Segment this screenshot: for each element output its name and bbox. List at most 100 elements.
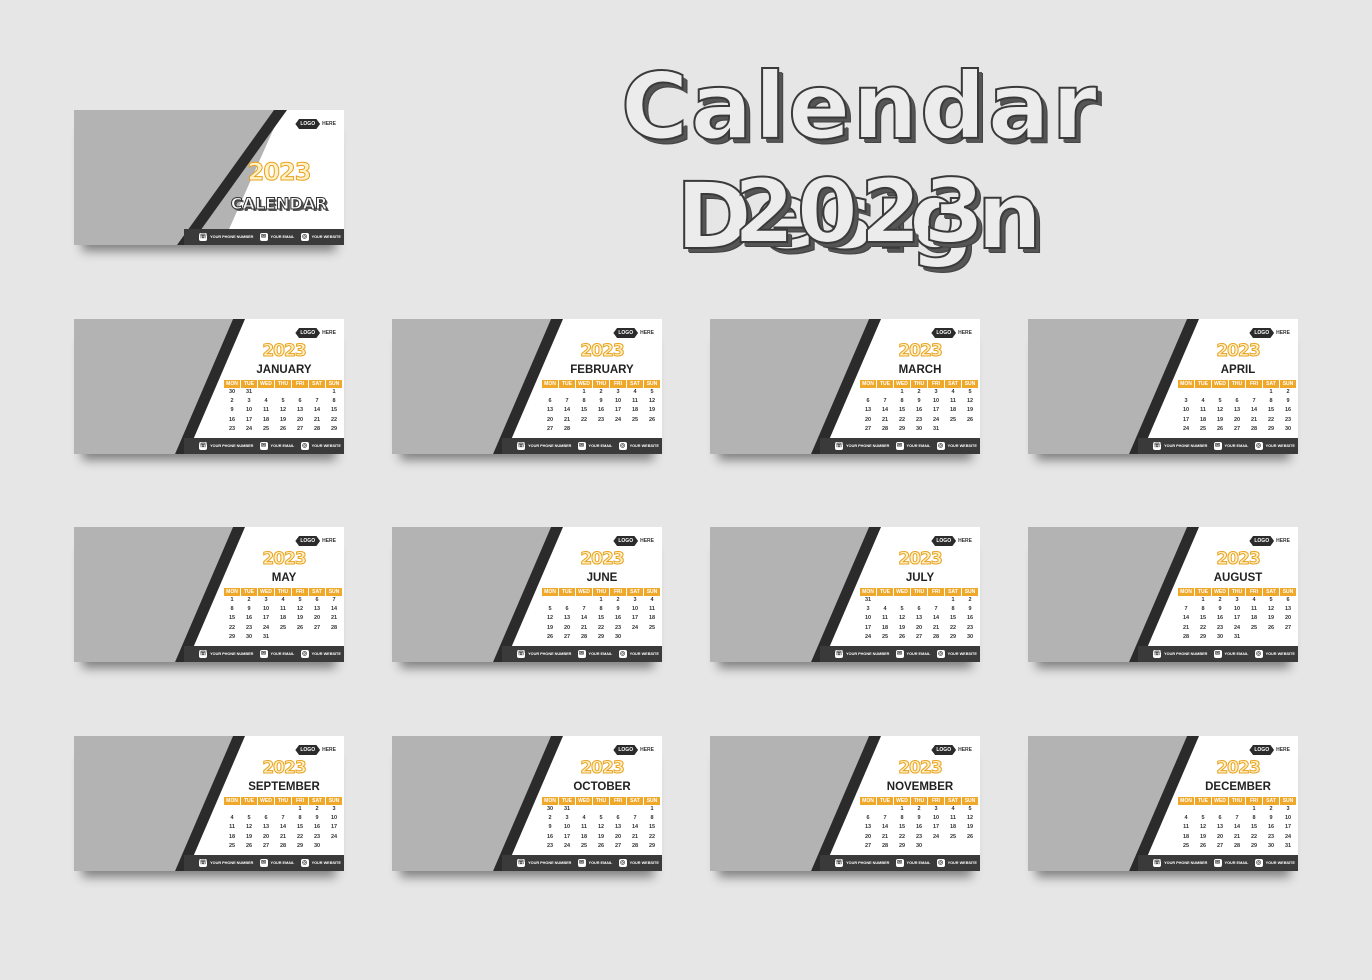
calendar-grid: MON TUE WED THU FRI SAT SUN 30 31 1 2 3 4 5 6 7 8 9 10 11 1… [224,380,342,434]
week-row: 18 19 20 21 22 23 24 [1178,833,1296,842]
day-cell: 1 [650,806,654,812]
day-cell: 18 [631,407,639,414]
weekday-header: THU [593,588,609,596]
globe-icon: ◎ [936,442,945,450]
day-cell: 21 [932,624,940,631]
day-cell: 12 [597,824,605,831]
day-cell: 19 [597,833,605,840]
day-cell [309,388,325,397]
day-cell: 11 [229,824,235,831]
day-cell: 25 [580,842,588,849]
weekday-header: TUE [1195,380,1211,388]
calendar-grid: MON TUE WED THU FRI SAT SUN 1 2 3 4 5 6 7 8 9 10 11 12 13 1… [224,797,342,851]
day-cell [224,805,240,814]
day-cell: 8 [582,398,586,405]
day-cell: 8 [332,398,336,405]
calendar-grid: MON TUE WED THU FRI SAT SUN 1 2 3 4 5 6 7 8 9 10 11 12 13 1… [860,380,978,434]
week-row: 20 21 22 23 24 25 26 [860,416,978,425]
weekday-header: SAT [1263,797,1279,805]
day-cell: 12 [546,615,554,622]
weekday-header: TUE [1195,588,1211,596]
day-cell [945,842,961,851]
month-name: AUGUST [1213,572,1263,584]
day-cell: 30 [228,389,236,395]
day-cell: 6 [298,398,302,405]
logo-badge: LOGO [295,119,321,129]
day-cell: 16 [1284,407,1292,414]
day-cell [1229,805,1245,814]
day-cell: 7 [633,815,637,822]
day-cell: 28 [313,425,321,432]
week-row: 6 7 8 9 10 11 12 [860,397,978,406]
day-cell: 9 [230,407,234,414]
month-year: 2023 [262,341,307,362]
day-cell: 25 [1199,425,1207,432]
week-row: 25 26 27 28 29 30 31 [1178,842,1296,851]
weekday-row: MON TUE WED THU FRI SAT SUN [860,588,978,596]
week-row: 6 7 8 9 10 11 12 [542,397,660,406]
day-cell: 26 [648,416,656,423]
day-cell [928,842,944,851]
day-cell: 2 [968,597,972,603]
weekday-header: TUE [877,380,893,388]
weekday-header: SUN [1280,380,1296,388]
card-footer: ☏ YOUR PHONE NUMBER ✉ YOUR EMAIL ◎ YOUR WEB… [184,855,344,871]
day-cell: 15 [898,824,906,831]
weekday-header: TUE [559,588,575,596]
day-cell: 22 [1267,416,1275,423]
weekday-header: WED [894,380,910,388]
weekday-header: WED [1212,380,1228,388]
day-cell: 9 [1286,398,1290,405]
day-cell: 10 [1233,606,1241,613]
day-cell: 15 [1250,824,1258,831]
day-cell: 26 [966,416,974,423]
footer-website: YOUR WEBSITE [1265,861,1295,865]
email-icon: ✉ [577,650,586,658]
day-cell: 16 [1216,615,1224,622]
day-cell: 3 [633,597,637,603]
month-year: 2023 [898,758,943,779]
day-cell [542,596,558,605]
weekday-header: THU [593,797,609,805]
logo: LOGO HERE [1249,745,1290,755]
footer-email: YOUR EMAIL [1224,652,1249,656]
weekday-header: SAT [309,380,325,388]
week-row: 5 6 7 8 9 10 11 [542,605,660,614]
day-cell: 25 [1182,842,1190,849]
week-row: 16 17 18 19 20 21 22 [224,416,342,425]
day-cell: 11 [263,407,269,414]
footer-phone: YOUR PHONE NUMBER [528,861,572,865]
day-cell: 5 [900,606,904,613]
day-cell: 8 [900,815,904,822]
day-cell: 24 [614,416,622,423]
week-row: 12 [1178,388,1296,397]
day-cell: 23 [1267,833,1275,840]
day-cell: 7 [934,606,938,613]
week-row: 31 1 2 [860,596,978,605]
day-cell: 30 [915,425,923,432]
week-row: 7 8 9 10 11 12 13 [1178,605,1296,614]
logo: LOGO HERE [613,745,654,755]
day-cell: 2 [315,806,319,812]
month-name: OCTOBER [573,781,631,793]
footer-email: YOUR EMAIL [270,444,295,448]
day-cell: 22 [597,624,605,631]
day-cell: 15 [330,407,338,414]
day-cell: 8 [1201,606,1205,613]
day-cell: 30 [1284,425,1292,432]
day-cell: 15 [898,407,906,414]
day-cell: 14 [631,824,639,831]
week-row: 13 14 15 16 17 18 19 [860,406,978,415]
calendar-grid: MON TUE WED THU FRI SAT SUN 1 2 3 4 5 6 7 8 9 10 11 12 13 1… [1178,797,1296,851]
weekday-row: MON TUE WED THU FRI SAT SUN [542,797,660,805]
day-cell: 8 [230,606,234,613]
day-cell: 12 [1267,606,1275,613]
day-cell: 18 [1250,615,1258,622]
day-cell: 9 [968,606,972,613]
day-cell: 21 [313,416,321,423]
card-footer: ☏ YOUR PHONE NUMBER ✉ YOUR EMAIL ◎ YOUR WEB… [502,438,662,454]
month-year: 2023 [1216,549,1261,570]
weekday-header: MON [542,380,558,388]
day-cell: 22 [228,624,236,631]
day-cell: 29 [648,842,656,849]
